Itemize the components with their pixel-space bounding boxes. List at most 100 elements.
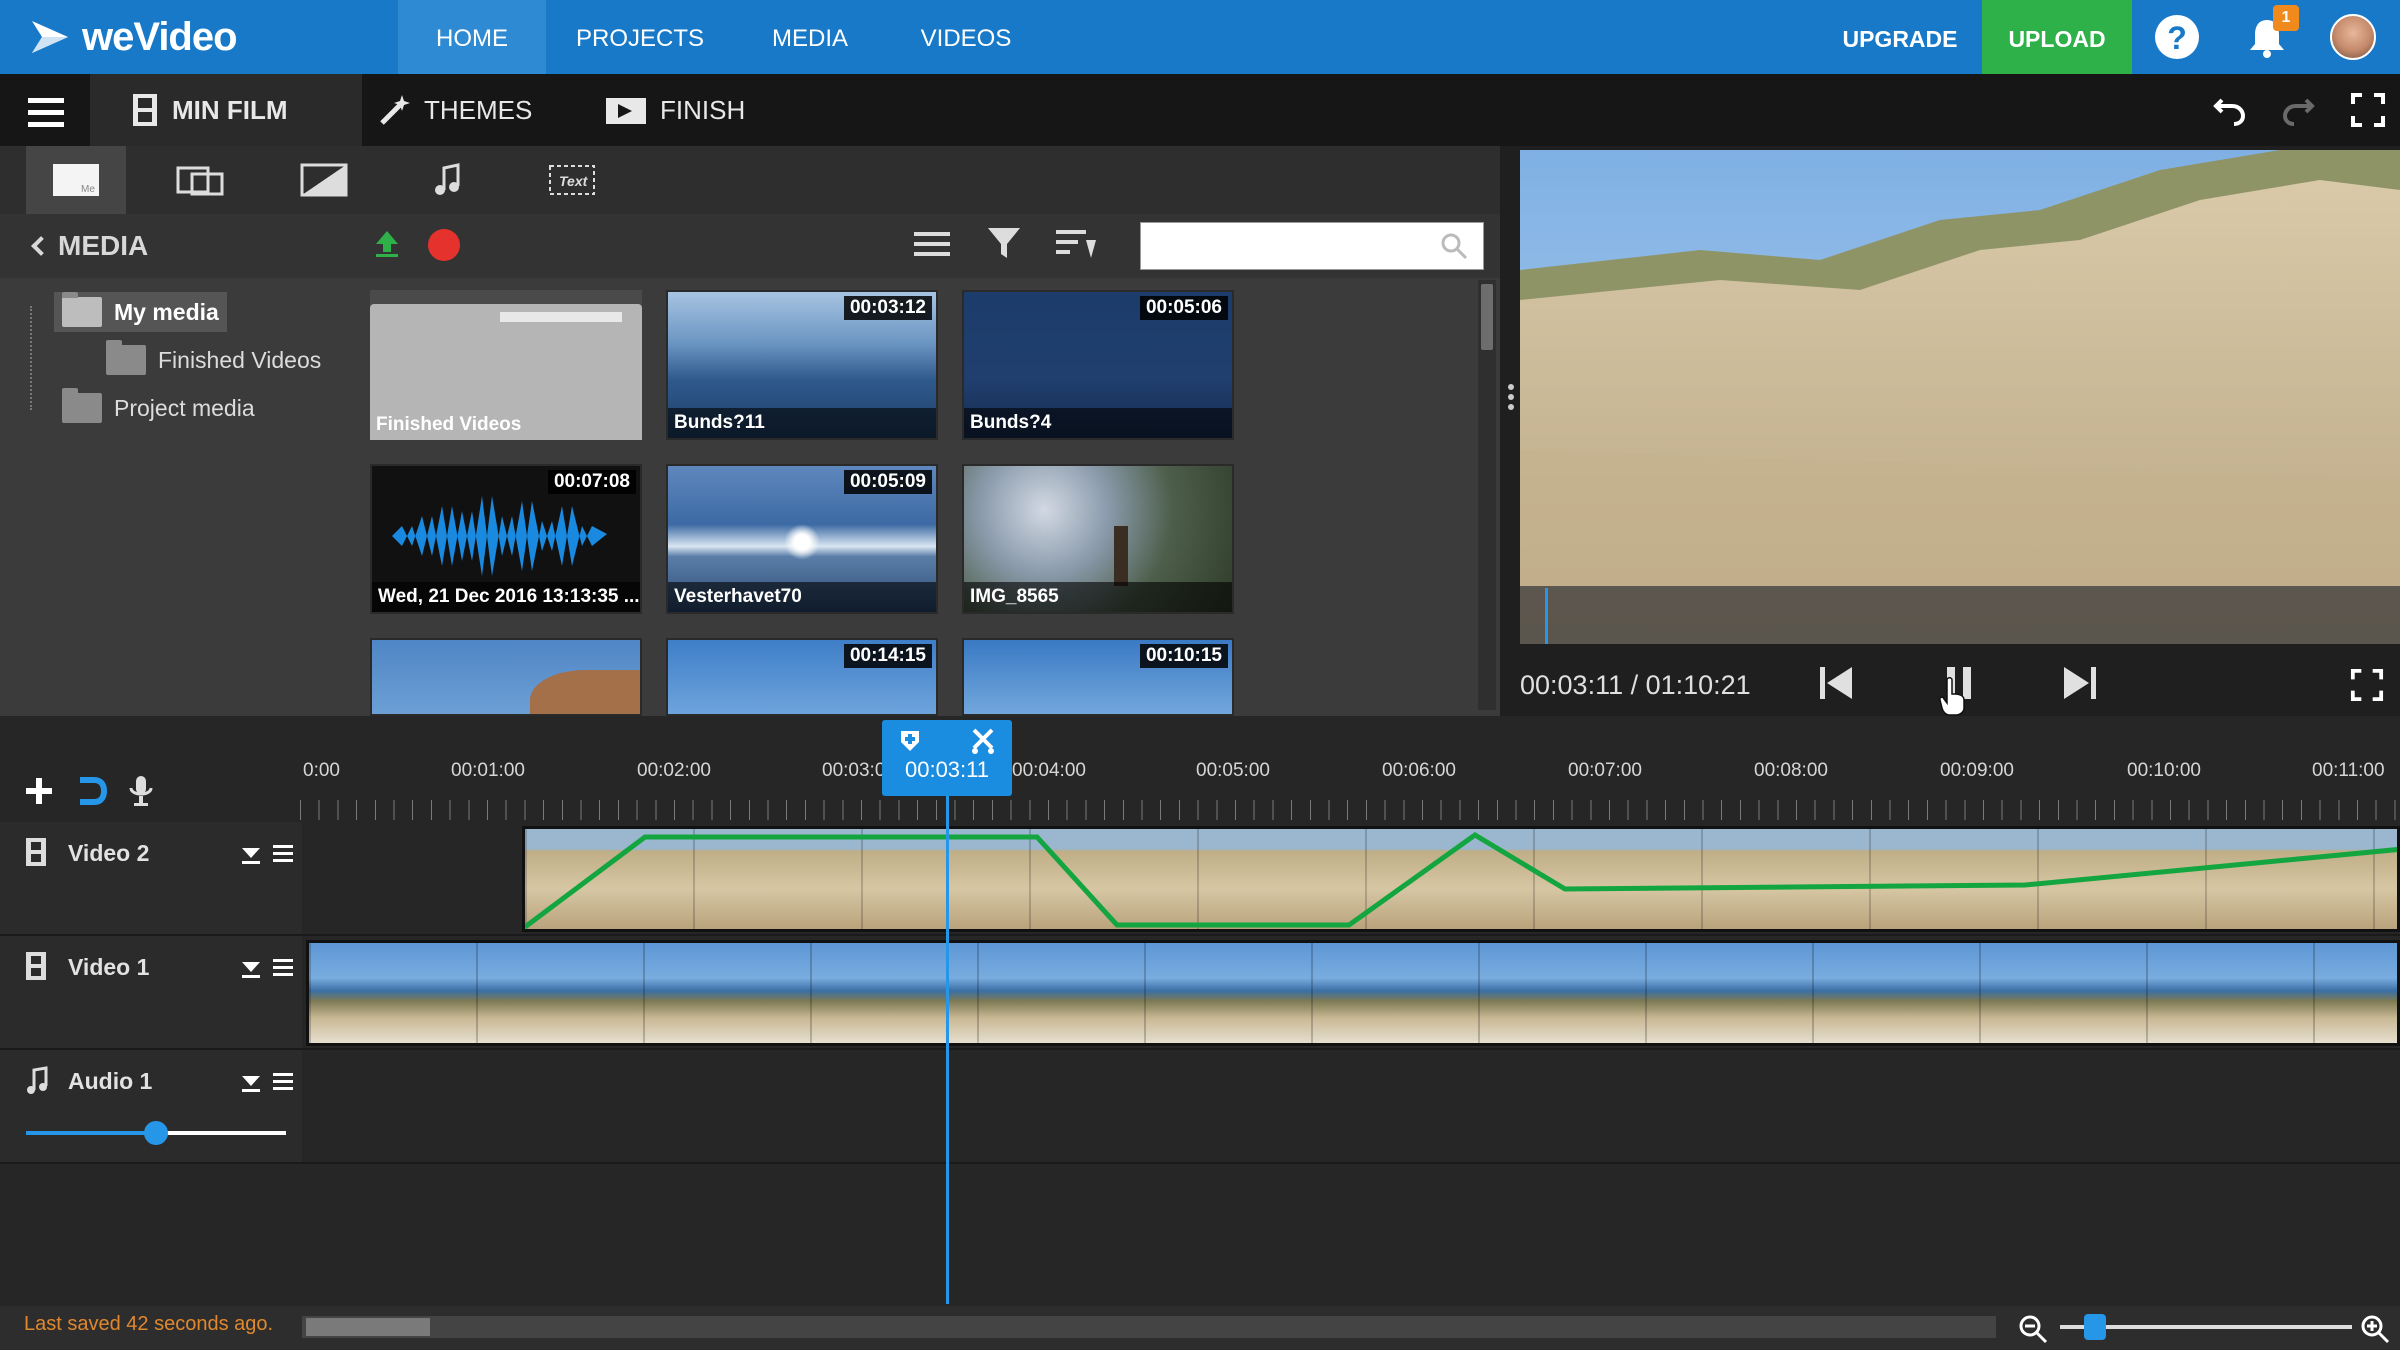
tab-min-film[interactable]: MIN FILM bbox=[90, 74, 362, 146]
list-view-icon[interactable] bbox=[912, 228, 952, 260]
nav-tab-media[interactable]: MEDIA bbox=[740, 0, 880, 74]
chevron-down-icon[interactable] bbox=[240, 956, 262, 980]
hamburger-menu-icon[interactable] bbox=[28, 98, 64, 127]
ruler-label: 00:04:00 bbox=[1012, 760, 1086, 781]
transitions-icon bbox=[176, 166, 224, 196]
tree-item-label: My media bbox=[114, 298, 219, 325]
chevron-down-icon[interactable] bbox=[240, 1070, 262, 1094]
split-scissors-icon[interactable] bbox=[970, 728, 996, 756]
music-icon bbox=[27, 1066, 48, 1094]
media-tab[interactable]: Me bbox=[26, 146, 126, 214]
redo-icon[interactable] bbox=[2280, 92, 2316, 128]
fullscreen-icon[interactable] bbox=[2350, 92, 2386, 128]
magic-wand-icon bbox=[380, 95, 410, 125]
text-icon: Text bbox=[549, 165, 595, 195]
scrollbar-thumb[interactable] bbox=[1481, 284, 1493, 350]
tab-themes[interactable]: THEMES bbox=[378, 74, 568, 146]
media-item-name: Bunds?4 bbox=[964, 408, 1232, 438]
track-menu-icon[interactable] bbox=[272, 1070, 294, 1092]
rock-shape bbox=[530, 670, 640, 714]
wevideo-logo[interactable]: weVideo bbox=[28, 10, 238, 64]
filter-icon[interactable] bbox=[986, 226, 1022, 260]
zoom-slider-knob[interactable] bbox=[2084, 1314, 2106, 1340]
media-item-clip[interactable]: 00:05:09 Vesterhavet70 bbox=[666, 464, 938, 614]
volume-fill bbox=[26, 1131, 156, 1135]
sort-icon[interactable] bbox=[1054, 226, 1096, 260]
tree-item-project-media[interactable]: Project media bbox=[54, 388, 263, 428]
track-menu-icon[interactable] bbox=[272, 956, 294, 978]
add-track-icon[interactable] bbox=[24, 776, 54, 806]
zoom-out-icon[interactable] bbox=[2018, 1314, 2048, 1344]
chevron-down-icon[interactable] bbox=[240, 842, 262, 866]
preview-timecode: 00:03:11 / 01:10:21 bbox=[1520, 670, 1751, 700]
ruler-label: 00:11:00 bbox=[2312, 760, 2385, 781]
ruler-ticks bbox=[300, 800, 2400, 820]
media-item-image[interactable]: IMG_8565 bbox=[962, 464, 1234, 614]
microphone-icon[interactable] bbox=[128, 774, 154, 808]
media-item-duration: 00:07:08 bbox=[547, 470, 636, 494]
tree-item-finished-videos[interactable]: Finished Videos bbox=[98, 340, 329, 380]
video-1-clip[interactable] bbox=[306, 940, 2400, 1046]
ruler-label: 0:00 bbox=[303, 760, 340, 781]
playhead-line[interactable] bbox=[946, 782, 949, 1304]
skip-forward-icon[interactable] bbox=[2062, 664, 2098, 702]
text-tab[interactable]: Text bbox=[522, 146, 622, 214]
media-search-input[interactable] bbox=[1140, 222, 1484, 270]
media-item-clip[interactable]: 00:03:12 Bunds?11 bbox=[666, 290, 938, 440]
nav-tab-videos[interactable]: VIDEOS bbox=[900, 0, 1032, 74]
nav-tab-home[interactable]: HOME bbox=[398, 0, 546, 74]
track-name: Video 2 bbox=[68, 840, 150, 866]
volume-envelope[interactable] bbox=[525, 829, 2400, 932]
magnet-icon[interactable] bbox=[76, 776, 108, 806]
add-marker-icon[interactable] bbox=[898, 728, 922, 754]
skip-back-icon[interactable] bbox=[1818, 664, 1854, 702]
media-item-clip[interactable]: 00:14:15 bbox=[666, 638, 938, 716]
track-name: Video 1 bbox=[68, 954, 150, 980]
backgrounds-tab[interactable] bbox=[274, 146, 374, 214]
media-item-clip[interactable] bbox=[370, 638, 642, 716]
track-name: Audio 1 bbox=[68, 1068, 153, 1094]
tab-label: MIN FILM bbox=[172, 94, 288, 125]
tree-item-label: Project media bbox=[114, 394, 255, 421]
tree-item-my-media[interactable]: My media bbox=[54, 292, 227, 332]
music-icon bbox=[435, 163, 460, 195]
upload-button[interactable]: UPLOAD bbox=[1982, 0, 2132, 74]
media-item-clip[interactable]: 00:10:15 bbox=[962, 638, 1234, 716]
media-item-name: Finished Videos bbox=[376, 414, 522, 435]
panel-resize-handle[interactable] bbox=[1508, 384, 1516, 412]
media-item-clip[interactable]: 00:05:06 Bunds?4 bbox=[962, 290, 1234, 440]
playhead-time: 00:03:11 bbox=[904, 757, 989, 782]
user-avatar[interactable] bbox=[2330, 14, 2376, 60]
search-icon[interactable] bbox=[1440, 232, 1468, 260]
zoom-in-icon[interactable] bbox=[2360, 1314, 2390, 1344]
video-preview[interactable] bbox=[1520, 150, 2400, 644]
video-2-clip[interactable] bbox=[522, 826, 2400, 932]
transitions-tab[interactable] bbox=[150, 146, 250, 214]
tab-finish[interactable]: FINISH bbox=[604, 74, 764, 146]
help-icon[interactable]: ? bbox=[2155, 15, 2199, 59]
volume-knob[interactable] bbox=[144, 1121, 168, 1145]
media-back-button[interactable]: MEDIA bbox=[31, 230, 148, 262]
folder-icon bbox=[106, 340, 146, 375]
upgrade-button[interactable]: UPGRADE bbox=[1830, 0, 1970, 74]
text-icon-label: Text bbox=[559, 173, 589, 189]
preview-fullscreen-icon[interactable] bbox=[2350, 668, 2384, 702]
upload-media-icon[interactable] bbox=[372, 228, 402, 258]
undo-icon[interactable] bbox=[2212, 92, 2248, 128]
ruler-label: 00:06:00 bbox=[1382, 760, 1456, 781]
nav-tab-label: MEDIA bbox=[771, 25, 848, 52]
film-icon bbox=[133, 94, 157, 126]
bird-silhouette bbox=[1114, 526, 1128, 586]
timeline-scrollbar[interactable] bbox=[302, 1316, 1996, 1338]
media-scrollbar[interactable] bbox=[1478, 280, 1496, 710]
music-tab[interactable] bbox=[398, 146, 498, 214]
nav-tab-projects[interactable]: PROJECTS bbox=[560, 0, 720, 74]
last-saved-status: Last saved 42 seconds ago. bbox=[24, 1313, 274, 1335]
record-icon[interactable] bbox=[428, 229, 460, 261]
track-menu-icon[interactable] bbox=[272, 842, 294, 864]
folder-tab bbox=[500, 312, 622, 322]
media-item-folder[interactable]: Finished Videos bbox=[370, 290, 642, 440]
ruler-label: 00:07:00 bbox=[1568, 760, 1642, 781]
media-item-audio[interactable]: 00:07:08 Wed, 21 Dec 2016 13:13:35 ... bbox=[370, 464, 642, 614]
scrollbar-thumb[interactable] bbox=[306, 1318, 430, 1336]
